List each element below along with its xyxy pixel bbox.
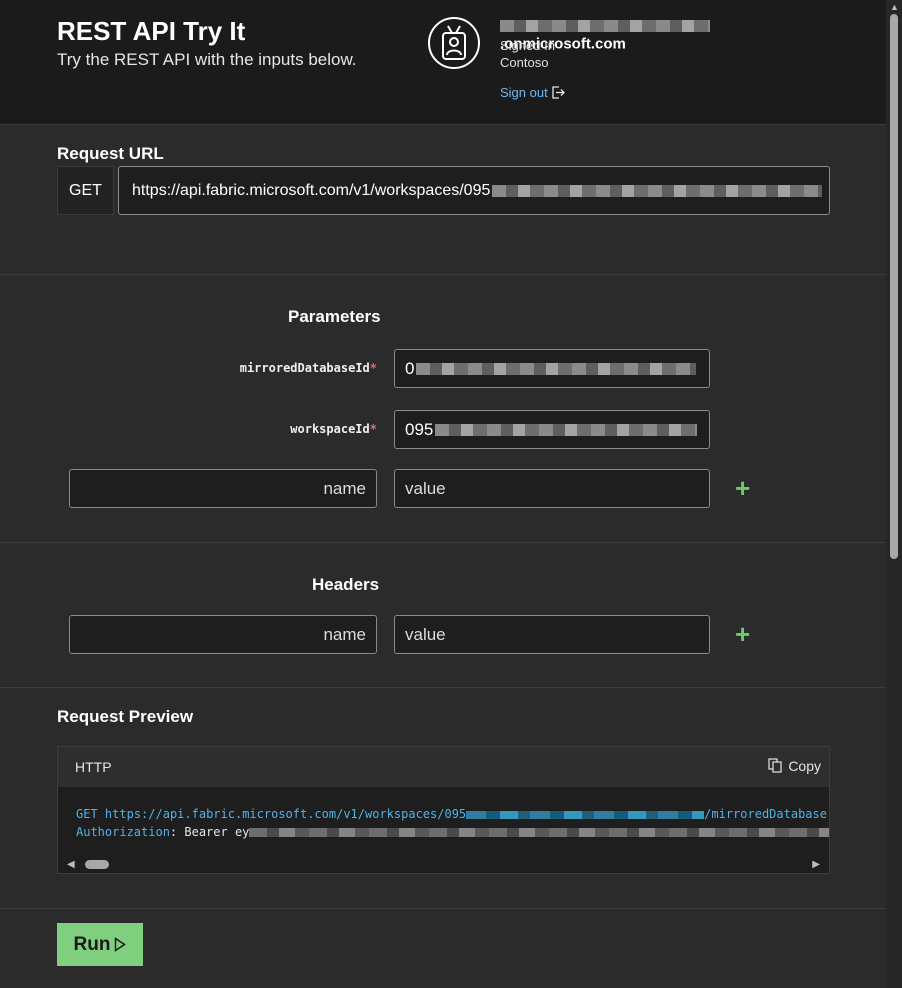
user-email: .onmicrosoft.com — [500, 17, 830, 52]
preview-code: GET https://api.fabric.microsoft.com/v1/… — [76, 805, 829, 841]
section-divider — [0, 274, 886, 275]
scrollbar-thumb[interactable] — [890, 14, 898, 559]
copy-icon — [768, 758, 782, 773]
page-header: REST API Try It Try the REST API with th… — [0, 0, 886, 125]
page-title: REST API Try It — [57, 16, 246, 46]
redacted-value — [416, 362, 697, 375]
copy-label: Copy — [788, 758, 821, 774]
signed-in-status: Signed In — [500, 38, 555, 53]
code-line-1: GET https://api.fabric.microsoft.com/v1/… — [76, 807, 827, 821]
section-divider — [0, 687, 886, 688]
request-url-title: Request URL — [57, 144, 164, 163]
sign-out-icon — [552, 86, 566, 99]
redacted-email — [500, 19, 710, 32]
http-method: GET — [57, 166, 114, 215]
parameters-title: Parameters — [288, 307, 381, 326]
header-value-input[interactable]: value — [394, 615, 710, 654]
param-input-workspaceid[interactable]: 095 — [394, 410, 710, 449]
tenant-name: Contoso — [500, 55, 549, 70]
run-button[interactable]: Run — [57, 923, 143, 966]
scroll-left-icon[interactable]: ◀ — [67, 859, 75, 870]
request-url-field[interactable]: https://api.fabric.microsoft.com/v1/work… — [118, 166, 830, 215]
scrollbar-thumb[interactable] — [85, 860, 109, 869]
headers-title: Headers — [312, 575, 380, 594]
scroll-right-icon[interactable]: ▶ — [812, 859, 820, 870]
request-preview-title: Request Preview — [57, 707, 194, 726]
add-parameter-icon[interactable]: + — [735, 475, 750, 501]
scroll-up-icon[interactable]: ▲ — [890, 2, 899, 12]
horizontal-scrollbar[interactable]: ◀ ▶ — [58, 855, 829, 873]
redacted-url — [466, 810, 705, 819]
param-label-workspaceid: workspaceId* — [290, 422, 377, 436]
preview-language: HTTP — [75, 759, 112, 775]
page-subtitle: Try the REST API with the inputs below. — [57, 50, 357, 69]
param-label-mirroreddatabaseid: mirroredDatabaseId* — [239, 361, 377, 375]
request-url-value: https://api.fabric.microsoft.com/v1/work… — [132, 181, 491, 199]
redacted-url — [492, 184, 823, 197]
run-label: Run — [73, 933, 111, 955]
redacted-token — [249, 828, 829, 837]
add-header-icon[interactable]: + — [735, 621, 750, 647]
preview-toolbar: HTTP Copy — [58, 747, 829, 787]
param-name-input[interactable]: name — [69, 469, 377, 508]
sign-out-label: Sign out — [500, 85, 548, 100]
request-preview-panel: HTTP Copy GET https://api.fabric.microso… — [57, 746, 830, 874]
section-divider — [0, 908, 886, 909]
section-divider — [0, 542, 886, 543]
header-name-input[interactable]: name — [69, 615, 377, 654]
param-value-input[interactable]: value — [394, 469, 710, 508]
code-line-2: Authorization: Bearer ey — [76, 823, 829, 841]
id-badge-icon — [428, 17, 480, 69]
vertical-scrollbar[interactable]: ▲ — [886, 0, 902, 988]
redacted-value — [435, 423, 698, 436]
copy-button[interactable]: Copy — [768, 758, 821, 774]
sign-out-link[interactable]: Sign out — [500, 85, 566, 100]
play-icon — [115, 937, 127, 952]
param-input-mirroreddatabaseid[interactable]: 0 — [394, 349, 710, 388]
